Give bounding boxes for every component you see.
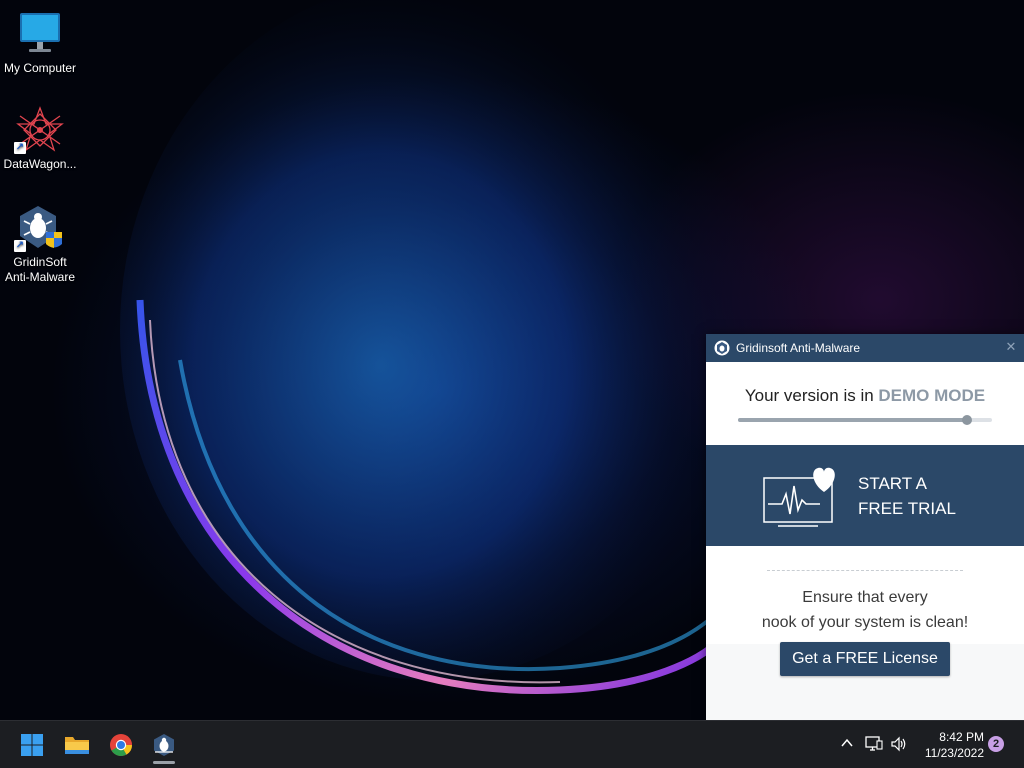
popup-titlebar[interactable]: Gridinsoft Anti-Malware ✕ [706,334,1024,362]
trial-line-2: FREE TRIAL [858,498,956,518]
tagline: Ensure that every nook of your system is… [706,585,1024,635]
close-icon[interactable]: ✕ [1004,340,1018,354]
desktop-icon-label: GridinSoft Anti-Malware [4,255,76,284]
desktop-icon-label: DataWagon... [3,157,77,171]
shortcut-arrow-icon: ↗ [14,142,26,154]
demo-progress-fill [738,418,967,422]
popup-title: Gridinsoft Anti-Malware [736,341,861,355]
desktop-icon-gridinsoft[interactable]: ↗ GridinSoft Anti-Malware [0,204,80,285]
monitor-icon [16,10,64,58]
gridinsoft-icon: ↗ [14,204,64,252]
clock-date: 11/23/2022 [924,746,984,760]
dashed-divider [767,570,963,571]
desktop-icon-my-computer[interactable]: My Computer [0,10,80,76]
windows-start-icon[interactable] [16,729,48,761]
demo-prefix: Your version is in [744,386,874,405]
start-free-trial-banner[interactable]: START A FREE TRIAL [706,445,1024,546]
active-app-indicator [153,761,175,764]
tagline-line-2: nook of your system is clean! [761,614,969,631]
network-icon[interactable] [865,736,883,755]
gridinsoft-popup: Gridinsoft Anti-Malware ✕ Your version i… [706,334,1024,720]
taskbar: 8:42 PM 11/23/2022 [0,720,1024,768]
shortcut-arrow-icon: ↗ [14,240,26,252]
demo-progress-knob [961,415,972,425]
demo-progress-bar [738,415,992,425]
clock[interactable]: 8:42 PM 11/23/2022 [918,729,984,761]
demo-mode-label: DEMO MODE [878,386,986,405]
gridinsoft-logo-icon [714,340,730,356]
volume-icon[interactable] [890,736,908,755]
clock-time: 8:42 PM [939,730,984,744]
datawagon-icon: ↗ [14,106,64,154]
demo-mode-text: Your version is in DEMO MODE [706,386,1024,406]
cta-area: Get a FREE License [706,642,1024,720]
chevron-up-icon[interactable] [840,736,854,753]
desktop-icon-label: My Computer [3,61,77,75]
gridinsoft-taskbar-icon[interactable] [148,729,180,761]
tagline-line-1: Ensure that every [802,589,928,606]
start-free-trial-text: START A FREE TRIAL [858,471,956,521]
file-explorer-icon[interactable] [61,729,93,761]
notification-badge[interactable]: 2 [988,736,1004,752]
demo-mode-section: Your version is in DEMO MODE [706,362,1024,445]
trial-line-1: START A [858,473,927,493]
chrome-icon[interactable] [105,729,137,761]
heart-monitor-icon [763,467,835,527]
desktop-icon-datawagon[interactable]: ↗ DataWagon... [0,106,80,172]
get-free-license-button[interactable]: Get a FREE License [780,642,950,676]
